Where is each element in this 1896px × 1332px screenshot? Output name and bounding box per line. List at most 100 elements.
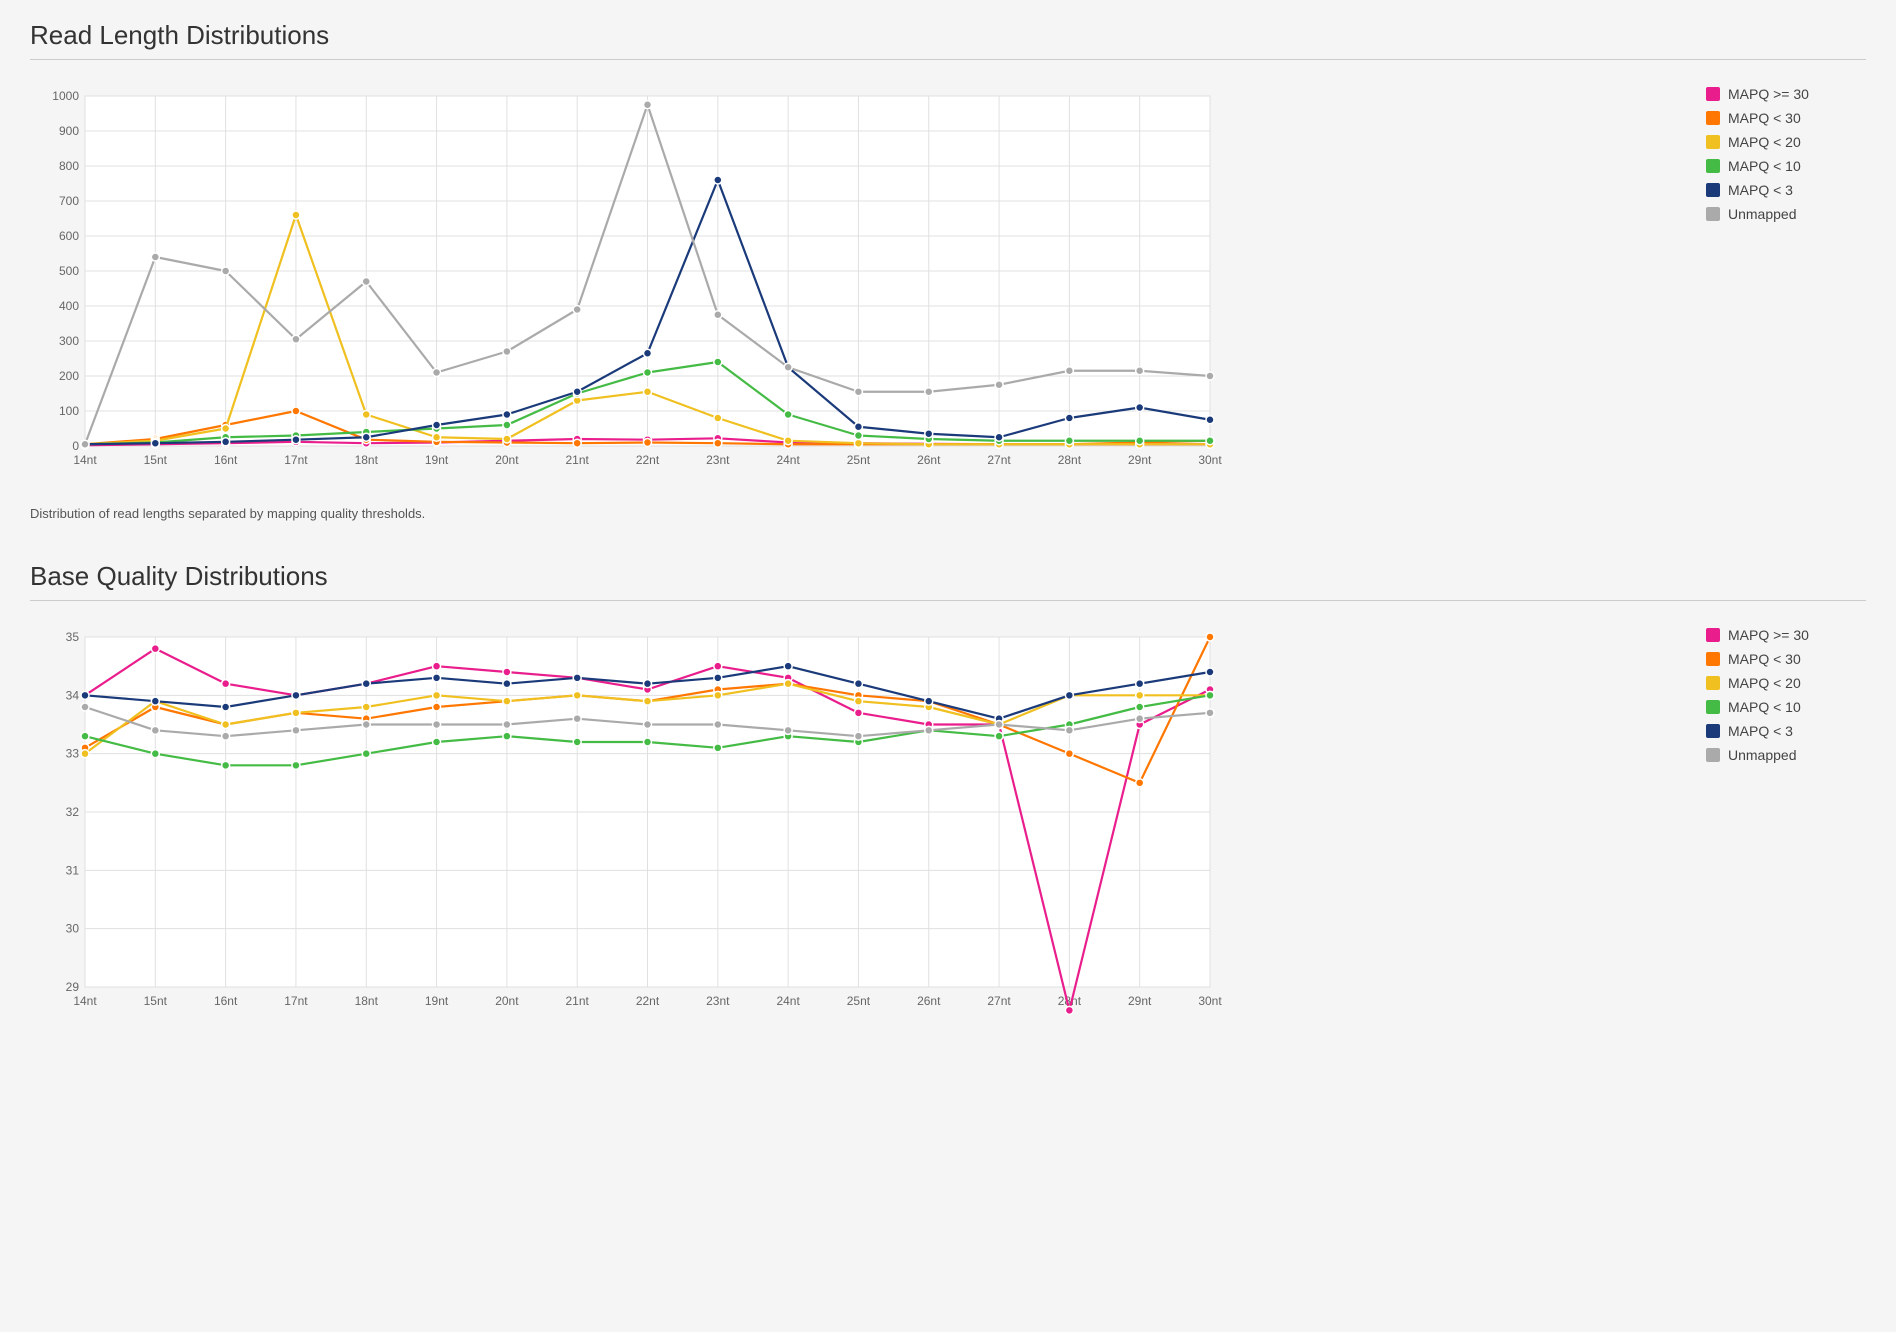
svg-text:16nt: 16nt bbox=[214, 453, 238, 467]
svg-text:22nt: 22nt bbox=[636, 994, 660, 1008]
svg-text:17nt: 17nt bbox=[284, 453, 308, 467]
read-length-chart-area: 0 100 200 300 400 500 600 700 800 900 1000 14nt 15nt… bbox=[30, 76, 1676, 496]
svg-text:25nt: 25nt bbox=[847, 994, 871, 1008]
read-length-section: Read Length Distributions 0 100 200 300 400 5… bbox=[30, 20, 1866, 521]
legend-label: MAPQ < 20 bbox=[1728, 134, 1801, 150]
svg-text:26nt: 26nt bbox=[917, 453, 941, 467]
legend-label: Unmapped bbox=[1728, 206, 1797, 222]
svg-text:25nt: 25nt bbox=[847, 453, 871, 467]
svg-text:23nt: 23nt bbox=[706, 994, 730, 1008]
svg-text:600: 600 bbox=[59, 229, 79, 243]
legend-color-dot bbox=[1706, 207, 1720, 221]
legend-color-dot bbox=[1706, 748, 1720, 762]
svg-text:16nt: 16nt bbox=[214, 994, 238, 1008]
base-quality-section: Base Quality Distributions 29 30 31 32 33 34 3… bbox=[30, 561, 1866, 1037]
svg-text:200: 200 bbox=[59, 369, 79, 383]
read-length-legend: MAPQ >= 30 MAPQ < 30 MAPQ < 20 MAPQ < 10 MAP… bbox=[1706, 76, 1866, 222]
svg-text:22nt: 22nt bbox=[636, 453, 660, 467]
svg-text:27nt: 27nt bbox=[987, 994, 1011, 1008]
svg-text:15nt: 15nt bbox=[144, 453, 168, 467]
legend-item: Unmapped bbox=[1706, 747, 1866, 763]
legend-color-dot bbox=[1706, 87, 1720, 101]
legend-label: MAPQ < 20 bbox=[1728, 675, 1801, 691]
svg-text:19nt: 19nt bbox=[425, 453, 449, 467]
legend-color-dot bbox=[1706, 724, 1720, 738]
base-quality-chart-area: 29 30 31 32 33 34 35 14nt 15nt 16nt 17nt 18nt 19nt 20… bbox=[30, 617, 1676, 1037]
legend-label: MAPQ < 30 bbox=[1728, 651, 1801, 667]
legend-item: MAPQ < 3 bbox=[1706, 182, 1866, 198]
legend-item: MAPQ < 20 bbox=[1706, 675, 1866, 691]
legend-label: MAPQ < 10 bbox=[1728, 158, 1801, 174]
legend-item: MAPQ < 30 bbox=[1706, 651, 1866, 667]
legend-color-dot bbox=[1706, 159, 1720, 173]
legend-label: MAPQ < 10 bbox=[1728, 699, 1801, 715]
read-length-caption: Distribution of read lengths separated b… bbox=[30, 506, 1866, 521]
legend-color-dot bbox=[1706, 628, 1720, 642]
svg-text:15nt: 15nt bbox=[144, 994, 168, 1008]
svg-text:1000: 1000 bbox=[52, 89, 79, 103]
legend-color-dot bbox=[1706, 135, 1720, 149]
legend-label: MAPQ < 3 bbox=[1728, 723, 1793, 739]
svg-text:17nt: 17nt bbox=[284, 994, 308, 1008]
legend-color-dot bbox=[1706, 183, 1720, 197]
legend-item: MAPQ < 3 bbox=[1706, 723, 1866, 739]
svg-text:14nt: 14nt bbox=[73, 994, 97, 1008]
base-quality-svg: 29 30 31 32 33 34 35 14nt 15nt 16nt 17nt 18nt 19nt 20… bbox=[30, 617, 1230, 1037]
legend-item: Unmapped bbox=[1706, 206, 1866, 222]
legend-item: MAPQ < 20 bbox=[1706, 134, 1866, 150]
legend-item: MAPQ < 30 bbox=[1706, 110, 1866, 126]
legend-item: MAPQ < 10 bbox=[1706, 699, 1866, 715]
svg-text:21nt: 21nt bbox=[566, 994, 590, 1008]
svg-text:500: 500 bbox=[59, 264, 79, 278]
svg-text:18nt: 18nt bbox=[355, 994, 379, 1008]
svg-text:0: 0 bbox=[72, 439, 79, 453]
svg-text:32: 32 bbox=[66, 805, 80, 819]
base-quality-title: Base Quality Distributions bbox=[30, 561, 1866, 601]
svg-text:20nt: 20nt bbox=[495, 994, 519, 1008]
legend-label: MAPQ < 3 bbox=[1728, 182, 1793, 198]
svg-text:26nt: 26nt bbox=[917, 994, 941, 1008]
svg-text:700: 700 bbox=[59, 194, 79, 208]
svg-text:400: 400 bbox=[59, 299, 79, 313]
svg-text:24nt: 24nt bbox=[776, 453, 800, 467]
legend-color-dot bbox=[1706, 111, 1720, 125]
svg-text:28nt: 28nt bbox=[1058, 453, 1082, 467]
read-length-title: Read Length Distributions bbox=[30, 20, 1866, 60]
svg-text:21nt: 21nt bbox=[566, 453, 590, 467]
svg-text:33: 33 bbox=[66, 747, 80, 761]
svg-text:29nt: 29nt bbox=[1128, 453, 1152, 467]
base-quality-chart-container: 29 30 31 32 33 34 35 14nt 15nt 16nt 17nt 18nt 19nt 20… bbox=[30, 617, 1866, 1037]
svg-text:900: 900 bbox=[59, 124, 79, 138]
svg-text:19nt: 19nt bbox=[425, 994, 449, 1008]
legend-item: MAPQ >= 30 bbox=[1706, 627, 1866, 643]
svg-text:100: 100 bbox=[59, 404, 79, 418]
svg-text:800: 800 bbox=[59, 159, 79, 173]
read-length-svg: 0 100 200 300 400 500 600 700 800 900 1000 14nt 15nt… bbox=[30, 76, 1230, 496]
svg-text:34: 34 bbox=[66, 688, 80, 702]
svg-text:27nt: 27nt bbox=[987, 453, 1011, 467]
svg-text:29nt: 29nt bbox=[1128, 994, 1152, 1008]
legend-label: MAPQ >= 30 bbox=[1728, 627, 1809, 643]
svg-text:30nt: 30nt bbox=[1198, 453, 1222, 467]
svg-text:20nt: 20nt bbox=[495, 453, 519, 467]
svg-text:30: 30 bbox=[66, 922, 80, 936]
svg-text:31: 31 bbox=[66, 863, 80, 877]
legend-color-dot bbox=[1706, 652, 1720, 666]
svg-text:18nt: 18nt bbox=[355, 453, 379, 467]
svg-text:300: 300 bbox=[59, 334, 79, 348]
legend-color-dot bbox=[1706, 676, 1720, 690]
legend-item: MAPQ < 10 bbox=[1706, 158, 1866, 174]
legend-label: MAPQ >= 30 bbox=[1728, 86, 1809, 102]
legend-item: MAPQ >= 30 bbox=[1706, 86, 1866, 102]
svg-text:24nt: 24nt bbox=[776, 994, 800, 1008]
base-quality-legend: MAPQ >= 30 MAPQ < 30 MAPQ < 20 MAPQ < 10 MAP… bbox=[1706, 617, 1866, 763]
svg-text:30nt: 30nt bbox=[1198, 994, 1222, 1008]
svg-text:29: 29 bbox=[66, 980, 80, 994]
legend-label: Unmapped bbox=[1728, 747, 1797, 763]
svg-text:23nt: 23nt bbox=[706, 453, 730, 467]
svg-text:35: 35 bbox=[66, 630, 80, 644]
svg-text:14nt: 14nt bbox=[73, 453, 97, 467]
read-length-chart-container: 0 100 200 300 400 500 600 700 800 900 1000 14nt 15nt… bbox=[30, 76, 1866, 496]
legend-label: MAPQ < 30 bbox=[1728, 110, 1801, 126]
legend-color-dot bbox=[1706, 700, 1720, 714]
